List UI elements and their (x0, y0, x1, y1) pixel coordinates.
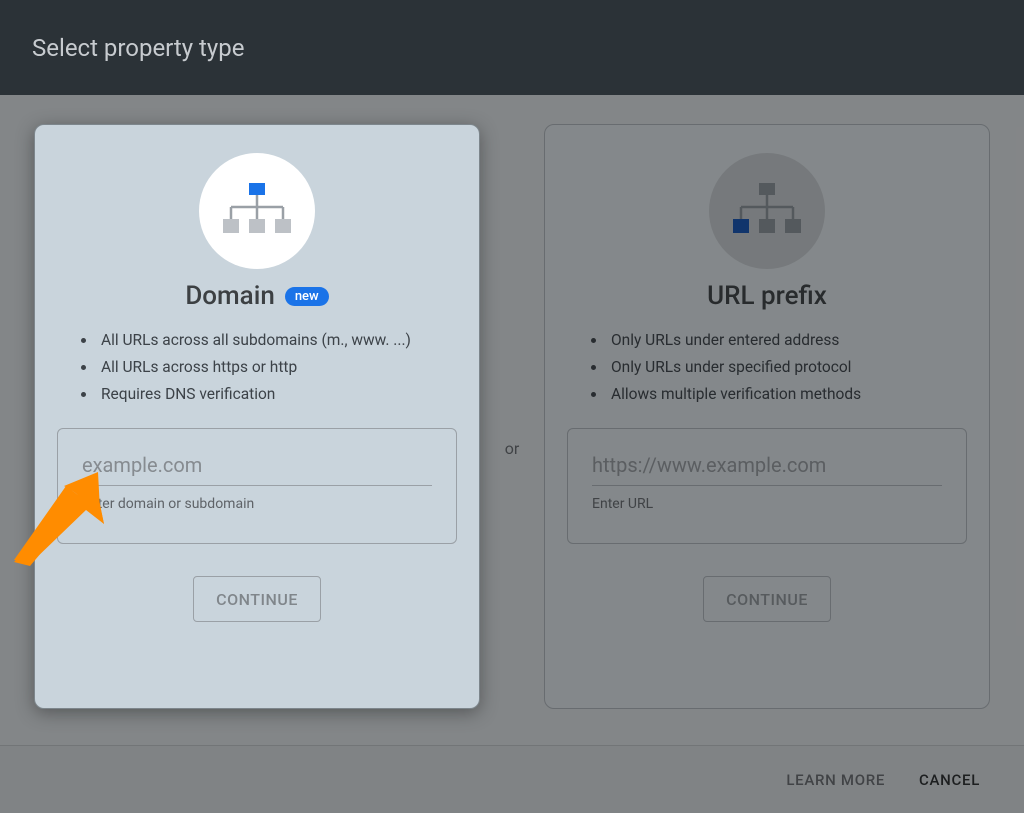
sitemap-icon (731, 183, 803, 239)
list-item: All URLs across https or http (97, 354, 411, 381)
learn-more-button[interactable]: LEARN MORE (786, 771, 885, 789)
domain-input[interactable] (82, 453, 432, 486)
list-item: Allows multiple verification methods (607, 381, 861, 408)
domain-input-helper: Enter domain or subdomain (82, 496, 432, 512)
card-domain-title: Domain (185, 281, 275, 311)
list-item: Only URLs under specified protocol (607, 354, 861, 381)
url-prefix-input[interactable] (592, 453, 942, 486)
dialog-footer: LEARN MORE CANCEL (0, 745, 1024, 813)
domain-feature-list: All URLs across all subdomains (m., www.… (79, 327, 411, 408)
url-prefix-input-helper: Enter URL (592, 496, 942, 512)
dialog-header: Select property type (0, 0, 1024, 95)
list-item: All URLs across all subdomains (m., www.… (97, 327, 411, 354)
card-url-prefix[interactable]: URL prefix Only URLs under entered addre… (544, 124, 990, 709)
or-separator: or (480, 439, 544, 458)
url-prefix-feature-list: Only URLs under entered address Only URL… (589, 327, 861, 408)
domain-icon-circle (199, 153, 315, 269)
sitemap-icon (221, 183, 293, 239)
card-domain[interactable]: Domain new All URLs across all subdomain… (34, 124, 480, 709)
card-url-prefix-title: URL prefix (707, 281, 827, 311)
domain-input-box: Enter domain or subdomain (57, 428, 457, 544)
url-prefix-icon-circle (709, 153, 825, 269)
continue-button-url-prefix[interactable]: CONTINUE (703, 576, 831, 622)
continue-button-domain[interactable]: CONTINUE (193, 576, 321, 622)
cancel-button[interactable]: CANCEL (919, 771, 980, 789)
badge-new: new (285, 287, 329, 306)
dialog-title: Select property type (32, 34, 244, 62)
list-item: Only URLs under entered address (607, 327, 861, 354)
list-item: Requires DNS verification (97, 381, 411, 408)
url-prefix-input-box: Enter URL (567, 428, 967, 544)
